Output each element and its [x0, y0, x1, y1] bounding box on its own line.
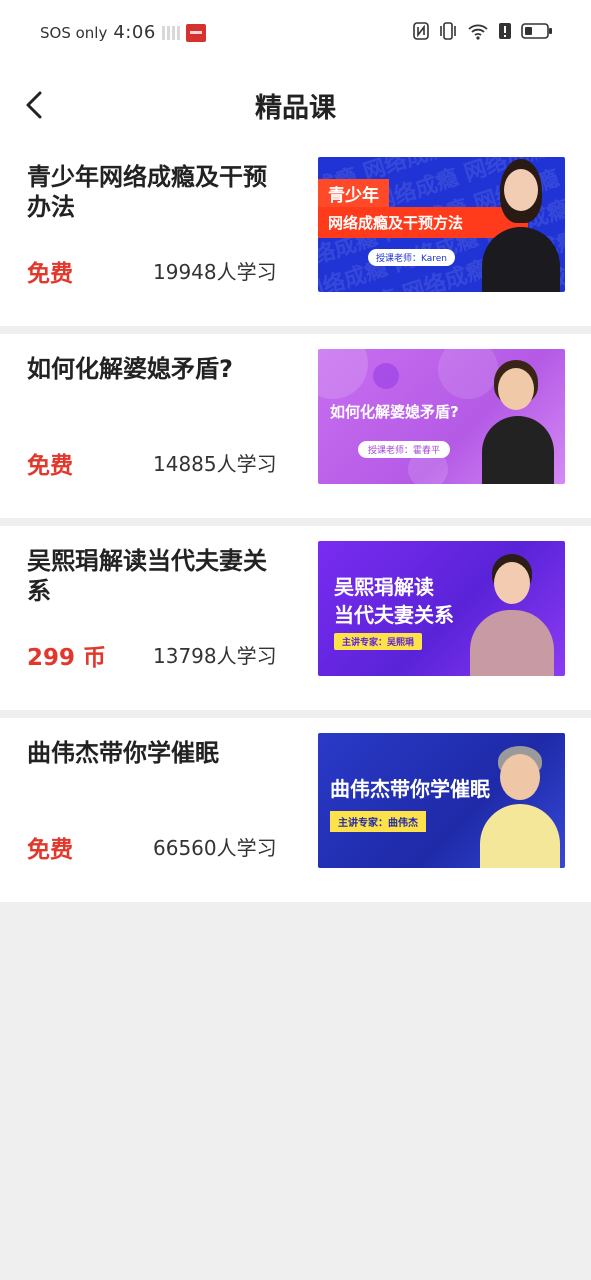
thumbnail-expert: 主讲专家：曲伟杰 — [330, 811, 426, 832]
presenter-photo — [476, 157, 565, 292]
clock: 4:06 — [113, 22, 156, 43]
course-price: 免费 — [27, 837, 73, 863]
thumbnail-heading: 曲伟杰带你学催眠 — [330, 777, 490, 801]
learner-count: 66560人学习 — [153, 836, 277, 860]
presenter-photo — [478, 354, 558, 484]
app-header: 精品课 — [0, 66, 591, 144]
course-card[interactable]: 吴熙琄解读当代夫妻关系 299 币 13798人学习 吴熙琄解读 当代夫妻关系 … — [0, 526, 591, 710]
presenter-photo — [478, 740, 562, 868]
learner-count: 19948人学习 — [153, 260, 277, 284]
course-thumbnail[interactable]: 吴熙琄解读 当代夫妻关系 主讲专家：吴熙琄 — [318, 541, 565, 676]
thumbnail-teacher: 授课老师：Karen — [368, 249, 456, 266]
thumbnail-teacher: 授课老师：霍春平 — [358, 441, 451, 458]
thumbnail-heading-line2: 当代夫妻关系 — [334, 603, 454, 627]
learner-count: 14885人学习 — [153, 452, 277, 476]
course-card[interactable]: 青少年网络成瘾及干预办法 免费 19948人学习 网络成瘾 网络成瘾 网络成瘾 … — [0, 142, 591, 326]
course-card[interactable]: 曲伟杰带你学催眠 免费 66560人学习 曲伟杰带你学催眠 主讲专家：曲伟杰 — [0, 718, 591, 902]
thumbnail-heading-line1: 吴熙琄解读 — [334, 575, 434, 599]
course-thumbnail[interactable]: 网络成瘾 网络成瘾 网络成瘾 网络成瘾 网络成瘾 网络成瘾 网络成瘾 网络成瘾 … — [318, 157, 565, 292]
alert-icon — [499, 23, 511, 39]
course-title: 曲伟杰带你学催眠 — [27, 739, 219, 767]
presenter-photo — [466, 548, 558, 676]
learner-count: 13798人学习 — [153, 644, 277, 668]
status-left: SOS only 4:06 — [40, 22, 206, 43]
thumbnail-heading: 如何化解婆媳矛盾? — [330, 403, 459, 421]
page-title: 精品课 — [255, 93, 336, 124]
battery-icon — [521, 23, 552, 39]
course-price: 免费 — [27, 453, 73, 479]
course-title: 吴熙琄解读当代夫妻关系 — [27, 547, 267, 605]
thumbnail-expert: 主讲专家：吴熙琄 — [334, 633, 423, 650]
vibrate-icon — [440, 22, 456, 40]
course-thumbnail[interactable]: 曲伟杰带你学催眠 主讲专家：曲伟杰 — [318, 733, 565, 868]
status-bar: SOS only 4:06 — [0, 0, 591, 66]
course-price: 299 币 — [27, 645, 107, 671]
status-right — [413, 22, 553, 40]
wifi-icon — [468, 24, 488, 40]
course-card[interactable]: 如何化解婆媳矛盾? 免费 14885人学习 如何化解婆媳矛盾? 授课老师：霍春平 — [0, 334, 591, 518]
thumbnail-tag: 青少年 — [318, 179, 389, 208]
course-title: 青少年网络成瘾及干预办法 — [27, 163, 267, 221]
course-title: 如何化解婆媳矛盾? — [27, 355, 233, 383]
carrier-text: SOS only — [40, 23, 108, 42]
course-price: 免费 — [27, 261, 73, 287]
nfc-icon — [413, 22, 429, 40]
course-thumbnail[interactable]: 如何化解婆媳矛盾? 授课老师：霍春平 — [318, 349, 565, 484]
notification-dots-icon — [161, 25, 180, 40]
app-notification-icon — [185, 23, 206, 42]
